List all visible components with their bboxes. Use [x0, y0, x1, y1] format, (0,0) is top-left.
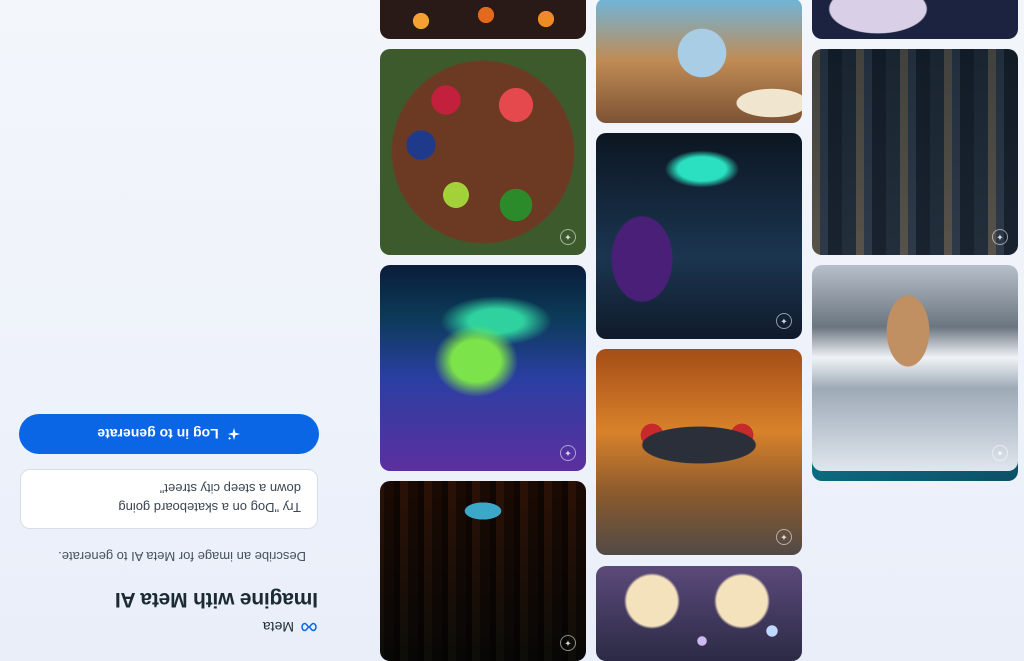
meta-infinity-icon	[301, 622, 317, 632]
gallery-tile-city-towers[interactable]: ✦	[812, 49, 1018, 255]
sparkle-badge-icon: ✦	[776, 313, 792, 329]
meta-brand[interactable]: Meta	[263, 619, 318, 635]
sparkle-badge-icon: ✦	[560, 229, 576, 245]
login-button-label: Log in to generate	[97, 426, 219, 442]
gallery-tile-library[interactable]: ✦	[380, 481, 586, 661]
sparkle-icon	[227, 427, 240, 441]
gallery-tile-bubble-ducks[interactable]	[596, 566, 802, 661]
gallery-tile-night-sky[interactable]	[812, 0, 1018, 39]
gallery-tile-dog-in-clouds[interactable]: ✦	[812, 265, 1018, 471]
gallery-tile-aurora[interactable]: ✦	[380, 265, 586, 471]
sparkle-badge-icon: ✦	[992, 229, 1008, 245]
gallery-tile-lanterns[interactable]	[380, 0, 586, 39]
prompt-example[interactable]: Try "Dog on a skateboard going down a st…	[20, 469, 318, 529]
screen: Meta Imagine with Meta AI Describe an im…	[0, 0, 1024, 661]
sparkle-badge-icon: ✦	[992, 445, 1008, 461]
gallery-tile-neon-figures[interactable]: ✦	[596, 133, 802, 339]
page-title: Imagine with Meta AI	[115, 588, 318, 611]
prompt-example-line1: Try "Dog on a skateboard going	[118, 500, 301, 515]
login-to-generate-button[interactable]: Log in to generate	[19, 414, 319, 454]
gallery-tile-bird-on-dock[interactable]	[596, 0, 802, 123]
sparkle-badge-icon: ✦	[560, 635, 576, 651]
gallery-tile-fruit-bowl[interactable]: ✦	[380, 49, 586, 255]
brand-name: Meta	[262, 619, 294, 635]
prompt-example-line2: down a steep city street"	[159, 481, 301, 496]
gallery-tile-desert-car[interactable]: ✦	[596, 349, 802, 555]
sparkle-badge-icon: ✦	[776, 529, 792, 545]
sparkle-badge-icon: ✦	[560, 445, 576, 461]
page-subtitle: Describe an image for Meta AI to generat…	[58, 549, 306, 564]
